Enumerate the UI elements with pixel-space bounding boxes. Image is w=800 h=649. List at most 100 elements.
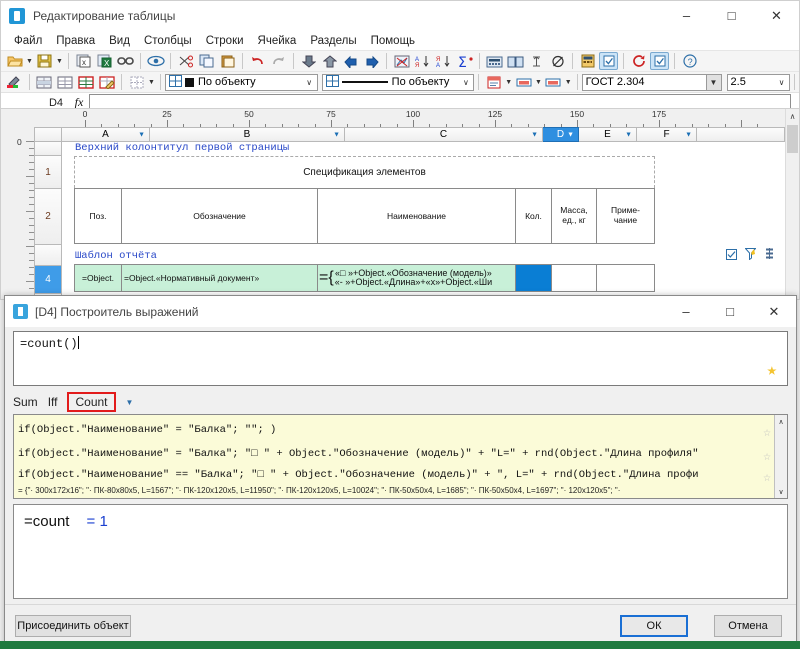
open-dropdown-arrow[interactable]: ▼ <box>25 52 34 70</box>
refresh-icon[interactable] <box>629 52 648 70</box>
text-fill-icon[interactable] <box>514 73 533 91</box>
save-icon[interactable] <box>35 52 54 70</box>
chevron-down-icon[interactable]: ▼ <box>126 398 134 407</box>
spec-title-cell[interactable]: Спецификация элементов <box>75 157 655 189</box>
check-box-icon-2[interactable] <box>650 52 669 70</box>
text-line-icon[interactable] <box>544 73 563 91</box>
spec-header-qty[interactable]: Кол. <box>516 189 552 244</box>
dialog-close-icon[interactable]: ✕ <box>752 296 796 327</box>
menu-item-help[interactable]: Помощь <box>364 34 422 48</box>
grid-dropdown-arrow[interactable]: ▼ <box>147 73 156 91</box>
export-excel-icon[interactable]: X <box>95 52 114 70</box>
template-cell-d-selected[interactable] <box>516 265 552 292</box>
column-header-e[interactable]: E▼ <box>579 127 637 142</box>
menu-item-columns[interactable]: Столбцы <box>137 34 199 48</box>
cancel-button[interactable]: Отмена <box>714 615 782 637</box>
save-dropdown-arrow[interactable]: ▼ <box>55 52 64 70</box>
column-header-b[interactable]: B▼ <box>150 127 345 142</box>
menu-item-rows[interactable]: Строки <box>199 34 251 48</box>
paragraph-icon[interactable] <box>484 73 503 91</box>
template-cell-f[interactable] <box>597 265 655 292</box>
calculate-icon[interactable] <box>578 52 597 70</box>
template-cell-b[interactable]: =Object.«Нормативный документ» <box>122 265 318 292</box>
chevron-down-icon[interactable]: ∨ <box>775 485 787 498</box>
scroll-up-icon[interactable]: ∧ <box>786 109 799 123</box>
menu-item-file[interactable]: Файл <box>7 34 49 48</box>
size-combo[interactable]: 2.5 ∨ <box>727 74 791 91</box>
merge-cells-icon[interactable] <box>35 73 54 91</box>
chevron-down-icon[interactable]: ▼ <box>333 131 340 138</box>
function-tab-sum[interactable]: Sum <box>13 395 38 409</box>
list-item[interactable]: if(Object."Наименование" = "Балка"; ""; … <box>14 418 787 442</box>
sort-za-icon[interactable]: ЯA <box>434 52 453 70</box>
list-item[interactable]: if(Object."Наименование" == "Балка"; "□ … <box>14 466 787 484</box>
clear-sort-icon[interactable] <box>392 52 411 70</box>
preview-eye-icon[interactable] <box>146 52 165 70</box>
menu-item-sections[interactable]: Разделы <box>303 34 363 48</box>
row-header-4[interactable]: 4 <box>34 266 62 294</box>
minimize-icon[interactable]: – <box>664 1 709 31</box>
template-cell-a[interactable]: =Object. <box>75 265 122 292</box>
sum-icon[interactable]: Σ <box>455 52 474 70</box>
sort-rows-icon[interactable] <box>764 248 775 263</box>
paragraph-dropdown[interactable]: ▼ <box>504 73 513 91</box>
spec-header-note[interactable]: Приме- чание <box>597 189 655 244</box>
book-icon[interactable] <box>506 52 525 70</box>
chevron-up-icon[interactable]: ∧ <box>775 415 787 428</box>
move-down-icon[interactable] <box>299 52 318 70</box>
undo-icon[interactable] <box>248 52 267 70</box>
redo-icon[interactable] <box>269 52 288 70</box>
insert-table-icon[interactable]: x <box>74 52 93 70</box>
split-cells-icon[interactable] <box>56 73 75 91</box>
move-right-icon[interactable] <box>362 52 381 70</box>
menu-item-edit[interactable]: Правка <box>49 34 102 48</box>
help-icon[interactable]: ? <box>680 52 699 70</box>
chevron-down-icon[interactable]: ▼ <box>625 131 632 138</box>
measure-icon[interactable] <box>527 52 546 70</box>
diameter-icon[interactable] <box>548 52 567 70</box>
spec-header-pos[interactable]: Поз. <box>75 189 122 244</box>
ok-button[interactable]: ОК <box>620 615 688 637</box>
edit-table-icon[interactable] <box>97 73 116 91</box>
row-header-2[interactable]: 2 <box>34 189 62 245</box>
chevron-down-icon[interactable]: ∨ <box>458 75 473 90</box>
filter-icon[interactable] <box>745 248 756 263</box>
menu-item-cell[interactable]: Ячейка <box>251 34 304 48</box>
function-tab-iff[interactable]: Iff <box>48 395 58 409</box>
chevron-down-icon[interactable]: ▼ <box>685 131 692 138</box>
attach-object-button[interactable]: Присоединить объект <box>15 615 131 637</box>
dialog-minimize-icon[interactable]: – <box>664 296 708 327</box>
column-header-g[interactable] <box>697 127 785 142</box>
history-scrollbar[interactable]: ∧ ∨ <box>774 415 787 498</box>
row-header-blank[interactable] <box>34 245 62 266</box>
paste-icon[interactable] <box>218 52 237 70</box>
list-item[interactable]: if(Object."Наименование" = "Балка"; "□ "… <box>14 442 787 466</box>
cell-reference[interactable]: D4 <box>1 97 69 109</box>
star-filled-icon[interactable]: ★ <box>767 360 777 381</box>
copy-icon[interactable] <box>197 52 216 70</box>
text-line-dropdown[interactable]: ▼ <box>564 73 573 91</box>
line-style-combo[interactable]: По объекту ∨ <box>322 74 475 91</box>
column-header-d[interactable]: D▼ <box>543 127 579 142</box>
spec-header-mass[interactable]: Масса, ед., кг <box>552 189 597 244</box>
calculator-panel-icon[interactable] <box>485 52 504 70</box>
corner-cell[interactable] <box>34 127 62 142</box>
spec-header-name[interactable]: Наименование <box>318 189 516 244</box>
expression-input[interactable]: =count() ★ <box>13 331 788 386</box>
column-header-f[interactable]: F▼ <box>637 127 697 142</box>
check-box-icon-1[interactable] <box>599 52 618 70</box>
row-header-blank-top[interactable] <box>34 142 62 156</box>
fill-style-combo[interactable]: По объекту ∨ <box>165 74 318 91</box>
format-brush-icon[interactable] <box>5 73 24 91</box>
expression-history-list[interactable]: if(Object."Наименование" = "Балка"; ""; … <box>13 414 788 499</box>
sort-az-icon[interactable]: AЯ <box>413 52 432 70</box>
font-combo[interactable]: ГОСТ 2.304 ▼ <box>582 74 722 91</box>
chevron-down-icon[interactable]: ▼ <box>567 131 574 138</box>
template-cell-e[interactable] <box>552 265 597 292</box>
cut-scissors-icon[interactable] <box>176 52 195 70</box>
chevron-down-icon[interactable]: ∨ <box>302 75 317 90</box>
check-square-icon[interactable] <box>726 249 737 263</box>
move-up-icon[interactable] <box>320 52 339 70</box>
menu-item-view[interactable]: Вид <box>102 34 137 48</box>
chevron-down-icon[interactable]: ▼ <box>531 131 538 138</box>
